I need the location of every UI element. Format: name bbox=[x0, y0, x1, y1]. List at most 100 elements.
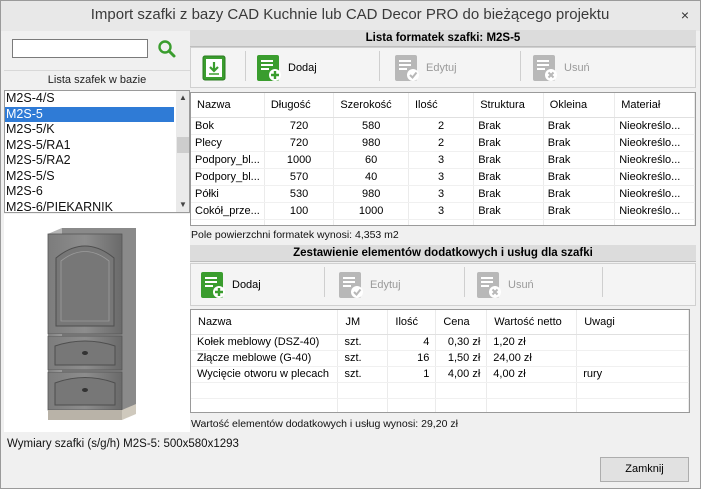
document-delete-icon bbox=[477, 272, 501, 298]
table-cell: Podpory_bl... bbox=[191, 151, 265, 169]
extras-edit-button[interactable]: Edytuj bbox=[338, 268, 401, 302]
extras-delete-label: Usuń bbox=[508, 279, 534, 291]
extras-table[interactable]: Nazwa JM Ilość Cena Wartość netto Uwagi Kołek… bbox=[190, 309, 690, 413]
cabinet-list-item[interactable]: M2S-6/PIEKARNIK bbox=[5, 200, 174, 213]
table-cell: 980 bbox=[333, 185, 409, 203]
cabinet-list-header: Lista szafek w bazie bbox=[4, 70, 190, 88]
close-button[interactable]: Zamknij bbox=[600, 457, 689, 482]
table-cell: Brak bbox=[543, 134, 616, 152]
formatki-edit-label: Edytuj bbox=[426, 62, 457, 74]
table-cell: 2 bbox=[408, 117, 475, 135]
formatki-title: Lista formatek szafki: M2S-5 bbox=[190, 30, 696, 47]
scroll-up-icon[interactable]: ▲ bbox=[176, 91, 189, 105]
cabinet-preview-image bbox=[4, 214, 190, 432]
extras-delete-button[interactable]: Usuń bbox=[476, 268, 534, 302]
formatki-delete-label: Usuń bbox=[564, 62, 590, 74]
extras-toolbar: Dodaj Edytuj Usuń bbox=[190, 263, 696, 306]
cabinet-list-item[interactable]: M2S-5/S bbox=[5, 169, 174, 185]
column-header[interactable]: Wartość netto bbox=[486, 310, 578, 335]
table-row[interactable]: Podpory_bl... 1000 60 3 Brak Brak Nieokreślo..… bbox=[191, 151, 695, 169]
table-row[interactable]: Cokół_prze... 100 1000 3 Brak Brak Nieokreślo.… bbox=[191, 202, 695, 220]
cabinet-list-item[interactable]: M2S-5/RA2 bbox=[5, 153, 174, 169]
cabinet-list[interactable]: M2S-4/S M2S-5 M2S-5/K M2S-5/RA1 M2S-5/RA2 M2S… bbox=[4, 90, 190, 213]
table-cell: 40 bbox=[333, 168, 409, 186]
table-cell: Bok bbox=[191, 117, 265, 135]
cabinet-render-icon bbox=[47, 228, 136, 420]
table-cell: 4 bbox=[387, 334, 437, 351]
document-edit-icon bbox=[339, 272, 363, 298]
extras-value-text: Wartość elementów dodatkowych i usług wy… bbox=[191, 418, 458, 430]
table-cell: 3 bbox=[408, 168, 475, 186]
table-cell: szt. bbox=[337, 350, 389, 367]
formatki-add-button[interactable]: Dodaj bbox=[256, 51, 317, 85]
column-header[interactable]: Ilość bbox=[387, 310, 437, 335]
table-cell: 580 bbox=[333, 117, 409, 135]
column-header[interactable]: Okleina bbox=[543, 93, 616, 118]
search-button[interactable] bbox=[156, 38, 178, 60]
table-cell: 2 bbox=[408, 134, 475, 152]
close-window-button[interactable]: × bbox=[675, 6, 695, 24]
table-cell: 720 bbox=[264, 117, 335, 135]
scroll-down-icon[interactable]: ▼ bbox=[176, 198, 189, 212]
extras-section: Zestawienie elementów dodatkowych i usłu… bbox=[190, 245, 696, 262]
column-header[interactable]: Struktura bbox=[473, 93, 544, 118]
table-cell bbox=[576, 334, 689, 351]
document-add-icon bbox=[257, 55, 281, 81]
table-cell: 60 bbox=[333, 151, 409, 169]
column-header[interactable]: Materiał bbox=[614, 93, 695, 118]
formatki-add-label: Dodaj bbox=[288, 62, 317, 74]
table-cell: 4,00 zł bbox=[486, 366, 578, 383]
column-header[interactable]: Uwagi bbox=[576, 310, 689, 335]
table-cell: Nieokreślo... bbox=[614, 185, 695, 203]
cabinet-list-item[interactable]: M2S-4/S bbox=[5, 91, 174, 107]
search-input[interactable] bbox=[12, 39, 148, 58]
table-cell bbox=[576, 350, 689, 367]
extras-add-button[interactable]: Dodaj bbox=[200, 268, 261, 302]
cabinet-list-item[interactable]: M2S-5 bbox=[5, 106, 174, 122]
table-row[interactable]: Półki 530 980 3 Brak Brak Nieokreślo... bbox=[191, 185, 695, 203]
cabinet-list-item[interactable]: M2S-6 bbox=[5, 184, 174, 200]
column-header[interactable]: Nazwa bbox=[191, 310, 339, 335]
table-cell: 3 bbox=[408, 202, 475, 220]
table-cell: 0,30 zł bbox=[435, 334, 488, 351]
cabinet-list-scrollbar[interactable]: ▲ ▼ bbox=[176, 91, 189, 212]
import-button[interactable] bbox=[202, 51, 226, 85]
table-cell: 720 bbox=[264, 134, 335, 152]
table-cell: 1000 bbox=[333, 202, 409, 220]
cabinet-list-item[interactable]: M2S-5/RA1 bbox=[5, 138, 174, 154]
table-cell: 1000 bbox=[264, 151, 335, 169]
document-edit-icon bbox=[395, 55, 419, 81]
column-header[interactable]: Długość bbox=[264, 93, 335, 118]
column-header[interactable]: Szerokość bbox=[333, 93, 409, 118]
cabinet-list-item[interactable]: M2S-5/K bbox=[5, 122, 174, 138]
table-cell: 980 bbox=[333, 134, 409, 152]
table-cell: 4,00 zł bbox=[435, 366, 488, 383]
table-cell: Półki bbox=[191, 185, 265, 203]
cabinet-dimensions-text: Wymiary szafki (s/g/h) M2S-5: 500x580x12… bbox=[7, 438, 239, 450]
table-cell: Podpory_bl... bbox=[191, 168, 265, 186]
column-header[interactable]: JM bbox=[337, 310, 389, 335]
scroll-thumb[interactable] bbox=[177, 137, 189, 153]
table-row[interactable]: Kołek meblowy (DSZ-40) szt. 4 0,30 zł 1,20 z… bbox=[191, 334, 689, 351]
column-header[interactable]: Cena bbox=[435, 310, 488, 335]
table-cell: 530 bbox=[264, 185, 335, 203]
table-row[interactable]: Plecy 720 980 2 Brak Brak Nieokreślo... bbox=[191, 134, 695, 152]
table-row[interactable]: Bok 720 580 2 Brak Brak Nieokreślo... bbox=[191, 117, 695, 135]
table-row[interactable]: Złącze meblowe (G-40) szt. 16 1,50 zł 24,00 … bbox=[191, 350, 689, 367]
table-cell: Brak bbox=[543, 117, 616, 135]
column-header[interactable]: Ilość bbox=[408, 93, 475, 118]
table-cell: 3 bbox=[408, 185, 475, 203]
column-header[interactable]: Nazwa bbox=[191, 93, 265, 118]
formatki-edit-button[interactable]: Edytuj bbox=[394, 51, 457, 85]
table-cell: 570 bbox=[264, 168, 335, 186]
download-icon bbox=[202, 55, 226, 81]
table-cell: Brak bbox=[473, 134, 544, 152]
table-row[interactable]: Podpory_bl... 570 40 3 Brak Brak Nieokreślo... bbox=[191, 168, 695, 186]
formatki-delete-button[interactable]: Usuń bbox=[532, 51, 590, 85]
table-row[interactable]: Wycięcie otworu w plecach szt. 1 4,00 zł 4,0… bbox=[191, 366, 689, 383]
formatki-table[interactable]: Nazwa Długość Szerokość Ilość Struktura Oklei… bbox=[190, 92, 696, 226]
extras-title: Zestawienie elementów dodatkowych i usłu… bbox=[190, 245, 696, 262]
window-title: Import szafki z bazy CAD Kuchnie lub CAD… bbox=[90, 6, 610, 23]
table-cell: szt. bbox=[337, 334, 389, 351]
document-add-icon bbox=[201, 272, 225, 298]
